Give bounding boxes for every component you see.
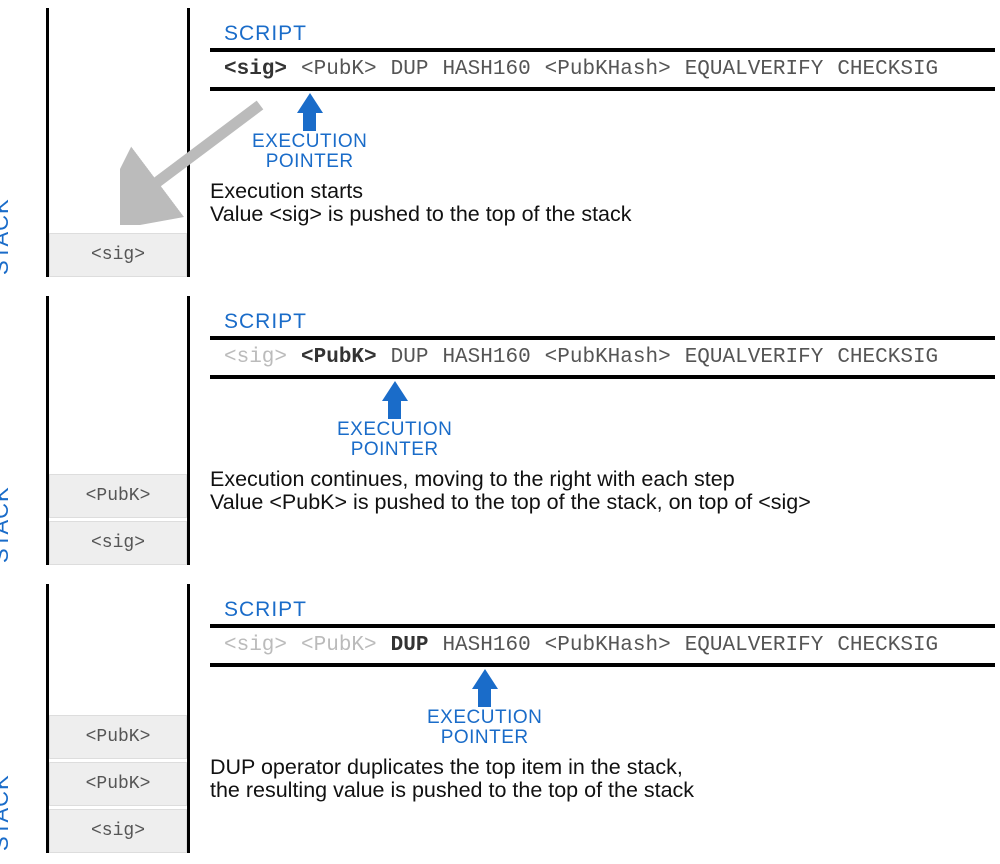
script-token: CHECKSIG [837,346,938,369]
stack-label: STACK [0,486,14,563]
script-token: EQUALVERIFY [685,346,824,369]
script-label: SCRIPT [224,598,995,622]
script-section: SCRIPT <sig> <PubK> DUP HASH160 <PubKHash> EQU… [210,598,995,667]
stack-label: STACK [0,198,14,275]
script-token: <PubK> [301,346,377,369]
script-token: <PubK> [301,634,377,657]
script-token: EQUALVERIFY [685,58,824,81]
arrow-up-icon [297,93,323,113]
script-bar: <sig> <PubK> DUP HASH160 <PubKHash> EQUALVERI… [210,48,995,91]
script-token: HASH160 [442,58,530,81]
script-section: SCRIPT <sig> <PubK> DUP HASH160 <PubKHash> EQU… [210,310,995,379]
step-description: DUP operator duplicates the top item in … [210,756,694,802]
execution-pointer: EXECUTIONPOINTER [427,669,542,748]
script-token: <PubKHash> [545,58,671,81]
step-description: Execution continues, moving to the right… [210,468,811,514]
arrow-stem [478,689,491,707]
script-token: <sig> [224,346,287,369]
script-token: <PubKHash> [545,346,671,369]
stack-item: <PubK> [49,715,187,759]
script-token: EQUALVERIFY [685,634,824,657]
stack-container: <PubK><sig> [46,296,190,565]
stack-container: <PubK><PubK><sig> [46,584,190,853]
script-bar: <sig> <PubK> DUP HASH160 <PubKHash> EQUALVERI… [210,624,995,667]
step-description: Execution startsValue <sig> is pushed to… [210,180,632,226]
stack-item: <sig> [49,809,187,853]
stack-item: <PubK> [49,474,187,518]
script-label: SCRIPT [224,22,995,46]
arrow-up-icon [472,669,498,689]
script-token: HASH160 [442,346,530,369]
stack-label: STACK [0,774,14,851]
script-token: DUP [391,346,429,369]
stack-container: <sig> [46,8,190,277]
script-token: CHECKSIG [837,58,938,81]
execution-step-0: STACK <sig> SCRIPT <sig> <PubK> DUP HASH160 <Pu… [0,0,1000,285]
script-token: CHECKSIG [837,634,938,657]
script-bar: <sig> <PubK> DUP HASH160 <PubKHash> EQUALVERI… [210,336,995,379]
pointer-label: EXECUTIONPOINTER [337,420,452,460]
script-token: <sig> [224,58,287,81]
script-token: <sig> [224,634,287,657]
execution-step-1: STACK<PubK><sig>SCRIPT<sig><PubK>DUPHASH… [0,288,1000,573]
arrow-stem [388,401,401,419]
execution-pointer: EXECUTIONPOINTER [337,381,452,460]
script-token: <PubKHash> [545,634,671,657]
execution-step-2: STACK<PubK><PubK><sig>SCRIPT<sig><PubK>D… [0,576,1000,861]
pointer-label: EXECUTIONPOINTER [427,708,542,748]
arrow-up-icon [382,381,408,401]
stack-item: <sig> [49,233,187,277]
execution-pointer: EXECUTIONPOINTER [252,93,367,172]
script-label: SCRIPT [224,310,995,334]
script-token: HASH160 [442,634,530,657]
script-section: SCRIPT <sig> <PubK> DUP HASH160 <PubKHash> EQU… [210,22,995,91]
pointer-label: EXECUTIONPOINTER [252,132,367,172]
script-token: DUP [391,58,429,81]
stack-item: <PubK> [49,762,187,806]
stack-item: <sig> [49,521,187,565]
script-token: <PubK> [301,58,377,81]
arrow-stem [303,113,316,131]
script-token: DUP [391,634,429,657]
